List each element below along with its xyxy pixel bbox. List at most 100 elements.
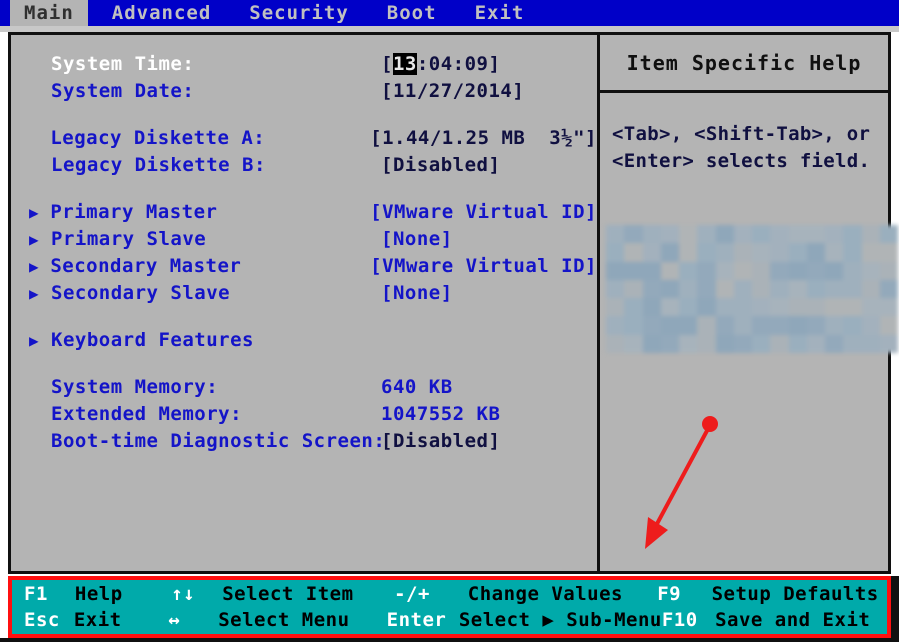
mosaic-tile (661, 335, 679, 353)
value-boot-time-diagnostic-screen[interactable]: [Disabled] (381, 430, 500, 452)
footer-row-2: Esc Exit ↔ Select Menu Enter Select ▶ Su… (24, 607, 887, 633)
value-legacy-diskette-b[interactable]: [Disabled] (381, 154, 500, 176)
mosaic-tile (697, 262, 715, 280)
mosaic-tile (770, 298, 788, 316)
value-secondary-master[interactable]: [VMware Virtual ID] (370, 255, 597, 277)
value-primary-master[interactable]: [VMware Virtual ID] (370, 201, 597, 223)
mosaic-tile (661, 316, 679, 334)
footer-key-esc[interactable]: Esc (24, 609, 74, 631)
time-pre: [ (381, 53, 393, 75)
mosaic-tile (862, 280, 880, 298)
mosaic-tile (697, 243, 715, 261)
settings-pane: System Time: [13:04:09] System Date: [11… (11, 35, 600, 571)
mosaic-tile (734, 280, 752, 298)
mosaic-tile (624, 243, 642, 261)
mosaic-tile (624, 225, 642, 243)
footer-key-f9[interactable]: F9 (657, 583, 711, 605)
value-system-time[interactable]: [13:04:09] (381, 53, 500, 75)
footer-key-enter[interactable]: Enter (387, 609, 459, 631)
tab-exit[interactable]: Exit (461, 0, 539, 26)
mosaic-tile (643, 262, 661, 280)
mosaic-tile (880, 316, 898, 334)
value-system-memory: 640 KB (381, 376, 453, 398)
mosaic-tile (807, 335, 825, 353)
tab-advanced[interactable]: Advanced (98, 0, 226, 26)
mosaic-tile (843, 243, 861, 261)
row-legacy-diskette-a[interactable]: Legacy Diskette A: [1.44/1.25 MB 3½"] (11, 127, 597, 154)
mosaic-tile (624, 280, 642, 298)
mosaic-tile (643, 316, 661, 334)
mosaic-tile (880, 225, 898, 243)
mosaic-tile (770, 335, 788, 353)
footer-key-f1[interactable]: F1 (24, 583, 75, 605)
help-panel-title: Item Specific Help (600, 35, 888, 93)
row-secondary-master[interactable]: ▶ Secondary Master [VMware Virtual ID] (11, 255, 597, 282)
help-line-1: <Tab>, <Shift-Tab>, or (612, 121, 878, 148)
mosaic-tile (661, 225, 679, 243)
mosaic-tile (770, 316, 788, 334)
row-system-memory: System Memory: 640 KB (11, 376, 597, 403)
mosaic-tile (752, 316, 770, 334)
mosaic-tile (880, 280, 898, 298)
left-right-arrow-icon[interactable]: ↔ (168, 609, 218, 631)
mosaic-tile (643, 225, 661, 243)
mosaic-tile (661, 298, 679, 316)
mosaic-tile (789, 280, 807, 298)
submenu-triangle-icon: ▶ (29, 232, 51, 248)
mosaic-tile (807, 298, 825, 316)
submenu-triangle-icon: ▶ (29, 205, 50, 221)
up-down-arrow-icon[interactable]: ↑↓ (171, 583, 222, 605)
mosaic-tile (643, 298, 661, 316)
footer-desc-setup-defaults: Setup Defaults (712, 583, 887, 605)
row-extended-memory: Extended Memory: 1047552 KB (11, 403, 597, 430)
mosaic-tile (624, 316, 642, 334)
row-primary-slave[interactable]: ▶ Primary Slave [None] (11, 228, 597, 255)
mosaic-tile (807, 262, 825, 280)
tab-boot[interactable]: Boot (373, 0, 451, 26)
footer-key-f10[interactable]: F10 (662, 609, 715, 631)
spacer (11, 309, 597, 329)
mosaic-tile (752, 280, 770, 298)
mosaic-tile (825, 243, 843, 261)
row-legacy-diskette-b[interactable]: Legacy Diskette B: [Disabled] (11, 154, 597, 181)
mosaic-tile (716, 243, 734, 261)
label-system-date: System Date: (51, 80, 381, 102)
row-keyboard-features[interactable]: ▶ Keyboard Features (11, 329, 597, 356)
value-system-date[interactable]: [11/27/2014] (381, 80, 524, 102)
row-boot-time-diagnostic-screen[interactable]: Boot-time Diagnostic Screen: [Disabled] (11, 430, 597, 457)
mosaic-tile (880, 262, 898, 280)
footer-rows: F1 Help ↑↓ Select Item -/+ Change Values… (12, 580, 887, 634)
spacer (11, 181, 597, 201)
value-secondary-slave[interactable]: [None] (381, 282, 453, 304)
footer-key-minus-plus[interactable]: -/+ (394, 583, 468, 605)
mosaic-tile (825, 316, 843, 334)
bottom-border-strip (0, 638, 899, 642)
footer-desc-select-menu: Select Menu (218, 609, 386, 631)
label-extended-memory: Extended Memory: (51, 403, 381, 425)
value-primary-slave[interactable]: [None] (381, 228, 453, 250)
mosaic-tile (825, 262, 843, 280)
mosaic-tile (862, 298, 880, 316)
mosaic-tile (734, 298, 752, 316)
mosaic-tile (624, 335, 642, 353)
mosaic-tile (661, 243, 679, 261)
mosaic-tile (606, 262, 624, 280)
row-secondary-slave[interactable]: ▶ Secondary Slave [None] (11, 282, 597, 309)
tab-security[interactable]: Security (235, 0, 363, 26)
mosaic-tile (880, 243, 898, 261)
mosaic-tile (624, 262, 642, 280)
mosaic-tile (697, 316, 715, 334)
label-secondary-slave: Secondary Slave (51, 282, 381, 304)
value-legacy-diskette-a[interactable]: [1.44/1.25 MB 3½"] (370, 127, 597, 149)
mosaic-tile (862, 316, 880, 334)
row-primary-master[interactable]: ▶ Primary Master [VMware Virtual ID] (11, 201, 597, 228)
row-system-date[interactable]: System Date: [11/27/2014] (11, 80, 597, 107)
mosaic-tile (843, 280, 861, 298)
mosaic-tile (843, 262, 861, 280)
row-system-time[interactable]: System Time: [13:04:09] (11, 53, 597, 80)
mosaic-tile (770, 262, 788, 280)
mosaic-tile (807, 225, 825, 243)
time-cursor-hour[interactable]: 13 (393, 53, 417, 75)
tab-main[interactable]: Main (10, 0, 88, 26)
mosaic-tile (752, 243, 770, 261)
